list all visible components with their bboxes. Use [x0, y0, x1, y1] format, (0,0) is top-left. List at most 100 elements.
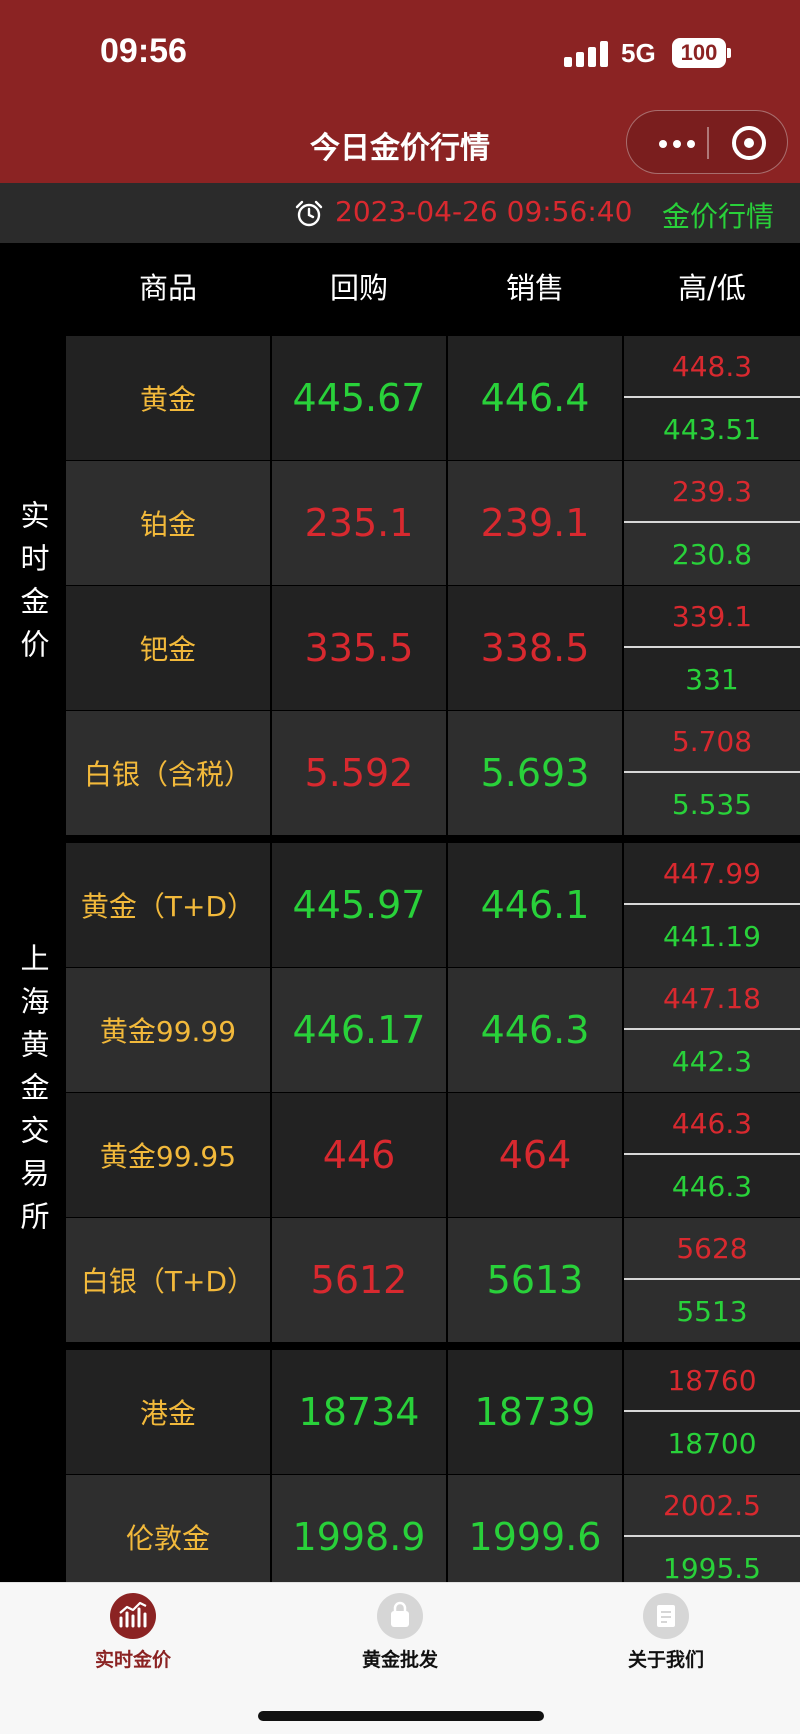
low-price: 5.535 [671, 787, 753, 821]
table-header: 商品 回购 销售 高/低 [0, 243, 800, 325]
high-price: 448.3 [624, 336, 800, 398]
sell-price: 5.693 [448, 711, 622, 835]
more-icon[interactable] [653, 128, 703, 158]
section-sge: 上海黄金交易所 黄金（T+D） 445.97 446.1 447.99 441.19 黄金… [0, 843, 800, 1343]
status-time: 09:56 [100, 32, 187, 70]
table-row[interactable]: 钯金 335.5 338.5 339.1 331 [66, 586, 800, 711]
table-row[interactable]: 黄金99.99 446.17 446.3 447.18 442.3 [66, 968, 800, 1093]
buyback-price: 18734 [272, 1350, 446, 1474]
low-price: 441.19 [663, 919, 761, 953]
high-price: 2002.5 [624, 1475, 800, 1537]
low-price: 446.3 [671, 1169, 753, 1203]
high-price: 18760 [624, 1350, 800, 1412]
section-realtime: 实时金价 黄金 445.67 446.4 448.3 443.51 铂金 235.1 239.… [0, 336, 800, 836]
high-price: 5.708 [624, 711, 800, 773]
table-row[interactable]: 白银（含税） 5.592 5.693 5.708 5.535 [66, 711, 800, 836]
tab-label: 实时金价 [94, 1649, 171, 1671]
table-row[interactable]: 港金 18734 18739 18760 18700 [66, 1350, 800, 1475]
header-product: 商品 [138, 271, 197, 305]
sell-price: 446.1 [448, 843, 622, 967]
high-low-cell: 5628 5513 [624, 1218, 800, 1342]
product-name: 黄金99.99 [66, 968, 270, 1092]
header-buyback: 回购 [329, 271, 388, 305]
tab-realtime-price[interactable]: 实时金价 [53, 1593, 213, 1672]
high-low-cell: 447.99 441.19 [624, 843, 800, 967]
high-price: 446.3 [624, 1093, 800, 1155]
buyback-price: 335.5 [272, 586, 446, 710]
high-low-cell: 446.3 446.3 [624, 1093, 800, 1217]
section-label [0, 1350, 66, 1582]
section-label: 上海黄金交易所 [0, 843, 66, 1343]
low-price: 331 [685, 662, 739, 696]
table-row[interactable]: 铂金 235.1 239.1 239.3 230.8 [66, 461, 800, 586]
shopping-bag-icon [377, 1593, 423, 1639]
status-bar: 09:56 5G 100 [0, 0, 800, 105]
sell-price: 338.5 [448, 586, 622, 710]
product-name: 伦敦金 [66, 1475, 270, 1599]
product-name: 白银（含税） [66, 711, 270, 835]
product-name: 白银（T+D） [66, 1218, 270, 1342]
update-timestamp: 2023-04-26 09:56:40 [335, 195, 633, 228]
buyback-price: 445.67 [272, 336, 446, 460]
section-label: 实时金价 [0, 336, 66, 836]
sell-price: 446.4 [448, 336, 622, 460]
update-time-bar: 2023-04-26 09:56:40 金价行情 [0, 183, 800, 243]
buyback-price: 235.1 [272, 461, 446, 585]
product-name: 港金 [66, 1350, 270, 1474]
tab-bar: 实时金价 黄金批发 关于我们 [0, 1582, 800, 1734]
battery-tip [727, 48, 731, 58]
tab-label: 黄金批发 [361, 1649, 438, 1671]
tab-about-us[interactable]: 关于我们 [586, 1593, 746, 1672]
product-name: 铂金 [66, 461, 270, 585]
tab-wholesale[interactable]: 黄金批发 [320, 1593, 480, 1672]
chart-icon [110, 1593, 156, 1639]
buyback-price: 5612 [272, 1218, 446, 1342]
low-price: 5513 [676, 1294, 748, 1328]
alarm-clock-icon [295, 200, 323, 227]
buyback-price: 446 [272, 1093, 446, 1217]
high-low-cell: 447.18 442.3 [624, 968, 800, 1092]
high-price: 239.3 [624, 461, 800, 523]
low-price: 230.8 [671, 537, 753, 571]
high-low-cell: 2002.5 1995.5 [624, 1475, 800, 1599]
tab-label: 关于我们 [627, 1649, 704, 1671]
close-target-icon[interactable] [732, 126, 766, 160]
home-indicator [258, 1711, 544, 1721]
document-icon [643, 1593, 689, 1639]
capsule-divider [707, 127, 709, 159]
sell-price: 5613 [448, 1218, 622, 1342]
table-row[interactable]: 白银（T+D） 5612 5613 5628 5513 [66, 1218, 800, 1343]
high-low-cell: 239.3 230.8 [624, 461, 800, 585]
sell-price: 1999.6 [448, 1475, 622, 1599]
sell-price: 239.1 [448, 461, 622, 585]
sell-price: 464 [448, 1093, 622, 1217]
product-name: 黄金99.95 [66, 1093, 270, 1217]
sell-price: 18739 [448, 1350, 622, 1474]
header-sell: 销售 [505, 271, 564, 305]
high-low-cell: 448.3 443.51 [624, 336, 800, 460]
high-price: 339.1 [624, 586, 800, 648]
high-low-cell: 18760 18700 [624, 1350, 800, 1474]
high-low-cell: 339.1 331 [624, 586, 800, 710]
header-high-low: 高/低 [678, 271, 746, 305]
table-row[interactable]: 黄金 445.67 446.4 448.3 443.51 [66, 336, 800, 461]
section-international: 港金 18734 18739 18760 18700 伦敦金 1998.9 1999.6 200… [0, 1350, 800, 1599]
table-row[interactable]: 黄金（T+D） 445.97 446.1 447.99 441.19 [66, 843, 800, 968]
product-name: 黄金 [66, 336, 270, 460]
low-price: 443.51 [663, 412, 761, 446]
mini-program-capsule [626, 110, 788, 174]
high-price: 447.99 [624, 843, 800, 905]
ticker-link[interactable]: 金价行情 [662, 195, 774, 235]
high-price: 5628 [624, 1218, 800, 1280]
buyback-price: 445.97 [272, 843, 446, 967]
product-name: 钯金 [66, 586, 270, 710]
buyback-price: 5.592 [272, 711, 446, 835]
table-row[interactable]: 黄金99.95 446 464 446.3 446.3 [66, 1093, 800, 1218]
network-type: 5G [621, 38, 656, 68]
cellular-signal-icon [564, 41, 608, 67]
low-price: 442.3 [671, 1044, 753, 1078]
product-name: 黄金（T+D） [66, 843, 270, 967]
nav-bar: 今日金价行情 [0, 105, 800, 183]
high-price: 447.18 [624, 968, 800, 1030]
battery-icon: 100 [672, 38, 726, 68]
